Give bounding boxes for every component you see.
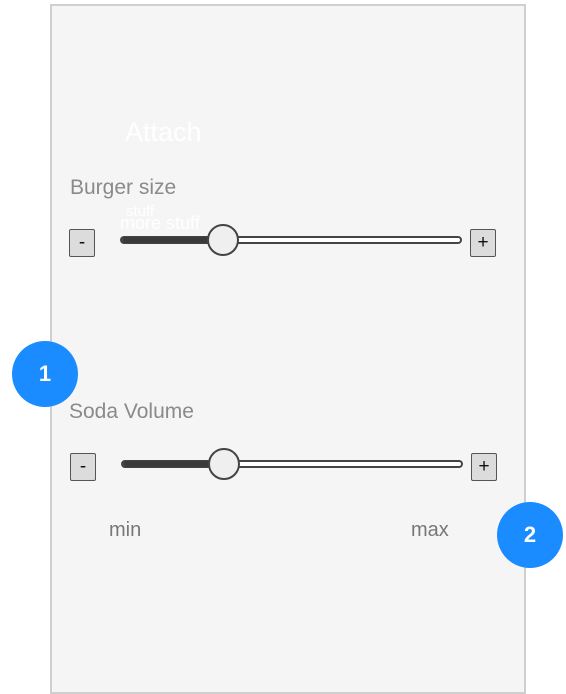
more-stuff-text: more stuff — [120, 213, 200, 233]
attach-text: Attach — [125, 117, 202, 147]
soda-decrease-button[interactable]: - — [70, 453, 96, 481]
callout-badge-2: 2 — [497, 502, 563, 568]
burger-increase-button[interactable]: + — [470, 229, 496, 257]
soda-volume-slider[interactable] — [121, 448, 463, 480]
soda-volume-label: Soda Volume — [69, 400, 194, 423]
settings-panel — [50, 4, 526, 694]
burger-size-label: Burger size — [70, 176, 177, 199]
soda-increase-button[interactable]: + — [471, 453, 497, 481]
soda-max-label: max — [411, 519, 449, 541]
burger-size-slider[interactable] — [120, 224, 462, 256]
burger-decrease-button[interactable]: - — [69, 229, 95, 257]
soda-min-label: min — [109, 519, 142, 541]
callout-badge-1: 1 — [12, 341, 78, 407]
